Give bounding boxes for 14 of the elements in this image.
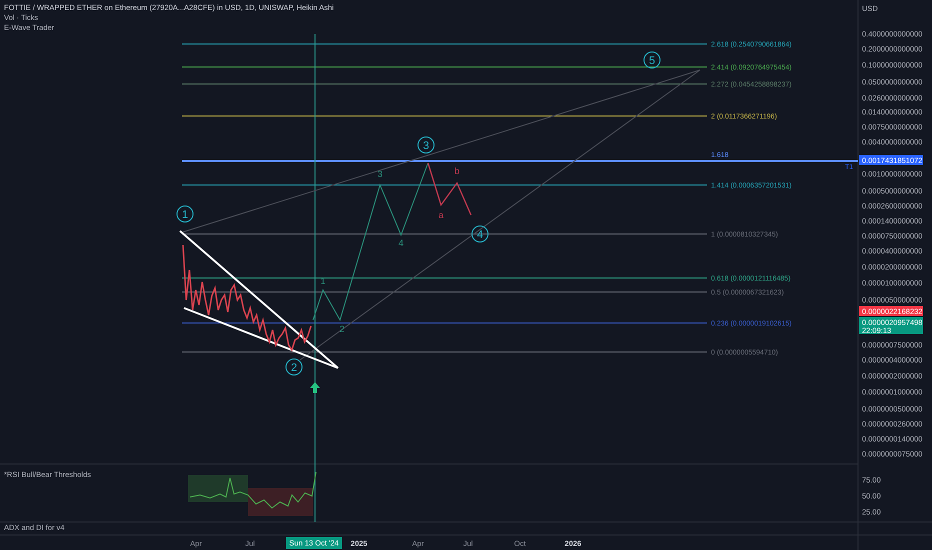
up-arrow-icon — [310, 382, 320, 393]
wave-label: 1 — [320, 276, 326, 286]
wave-label: 5 — [644, 52, 660, 68]
wave-label: a — [438, 210, 444, 220]
wave-label: 3 — [418, 136, 434, 154]
bear-zone — [248, 488, 313, 516]
wave-label: 4 — [398, 238, 404, 248]
wave-label: b — [454, 166, 460, 176]
wave-label: 2 — [286, 358, 302, 376]
wave-label: 2 — [340, 324, 344, 334]
bull-zone — [188, 475, 248, 502]
wave-label: 4 — [472, 226, 488, 242]
wave-label: 3 — [378, 169, 382, 179]
wave-label: 1 — [176, 206, 194, 222]
